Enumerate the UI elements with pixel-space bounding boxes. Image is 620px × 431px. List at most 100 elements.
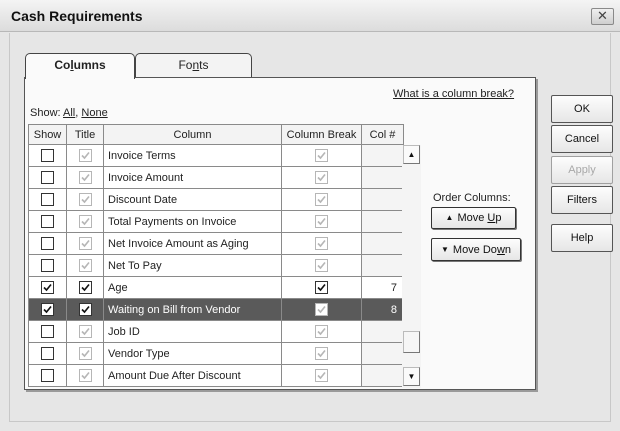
- column-break-checkbox[interactable]: [315, 149, 328, 162]
- column-break-checkbox[interactable]: [315, 259, 328, 272]
- check-icon: [317, 371, 326, 380]
- show-checkbox[interactable]: [41, 215, 54, 228]
- header-column-break[interactable]: Column Break: [281, 124, 362, 145]
- table-row[interactable]: Net Invoice Amount as Aging: [28, 232, 404, 255]
- check-icon: [80, 173, 90, 182]
- header-col-num[interactable]: Col #: [361, 124, 404, 145]
- show-cell: [28, 298, 67, 321]
- table-row[interactable]: Waiting on Bill from Vendor 8: [28, 298, 404, 321]
- table-row[interactable]: Age 7: [28, 276, 404, 299]
- check-icon: [80, 151, 90, 160]
- check-icon: [80, 305, 90, 314]
- check-icon: [43, 283, 52, 292]
- column-name-cell[interactable]: Vendor Type: [103, 342, 282, 365]
- column-break-checkbox[interactable]: [315, 215, 328, 228]
- show-checkbox[interactable]: [41, 149, 54, 162]
- show-checkbox[interactable]: [41, 281, 54, 294]
- filters-button[interactable]: Filters: [551, 186, 613, 214]
- column-name-cell[interactable]: Discount Date: [103, 188, 282, 211]
- column-break-cell: [281, 298, 362, 321]
- table-row[interactable]: Job ID: [28, 320, 404, 343]
- show-checkbox[interactable]: [41, 237, 54, 250]
- scroll-thumb[interactable]: [403, 331, 420, 353]
- show-checkbox[interactable]: [41, 347, 54, 360]
- scroll-down-icon[interactable]: ▼: [403, 367, 420, 386]
- title-checkbox[interactable]: [78, 237, 92, 250]
- show-checkbox[interactable]: [41, 303, 54, 316]
- column-name-cell[interactable]: Waiting on Bill from Vendor: [103, 298, 282, 321]
- title-checkbox[interactable]: [78, 281, 92, 294]
- column-break-cell: [281, 210, 362, 233]
- col-num-cell: 7: [361, 276, 404, 299]
- column-name-cell[interactable]: Net Invoice Amount as Aging: [103, 232, 282, 255]
- title-checkbox[interactable]: [78, 347, 92, 360]
- table-scrollbar[interactable]: ▲ ▼: [402, 145, 421, 388]
- column-break-checkbox[interactable]: [315, 281, 328, 294]
- tab-columns-label-c: umns: [73, 58, 106, 72]
- table-row[interactable]: Amount Due After Discount: [28, 364, 404, 387]
- tab-columns[interactable]: Columns: [25, 53, 135, 79]
- show-checkbox[interactable]: [41, 325, 54, 338]
- ok-button[interactable]: OK: [551, 95, 613, 123]
- move-down-button[interactable]: ▼ Move Down: [431, 238, 521, 261]
- show-all-link[interactable]: All: [63, 107, 75, 119]
- column-break-checkbox[interactable]: [315, 303, 328, 316]
- table-row[interactable]: Invoice Terms: [28, 144, 404, 167]
- column-break-checkbox[interactable]: [315, 171, 328, 184]
- scroll-up-icon[interactable]: ▲: [403, 145, 420, 164]
- column-name-cell[interactable]: Age: [103, 276, 282, 299]
- column-break-checkbox[interactable]: [315, 347, 328, 360]
- column-break-checkbox[interactable]: [315, 369, 328, 382]
- tab-columns-label-a: Co: [54, 58, 71, 72]
- title-checkbox[interactable]: [78, 149, 92, 162]
- header-column[interactable]: Column: [103, 124, 282, 145]
- col-num-cell: [361, 254, 404, 277]
- column-name-cell[interactable]: Invoice Amount: [103, 166, 282, 189]
- show-checkbox[interactable]: [41, 369, 54, 382]
- column-name-cell[interactable]: Total Payments on Invoice: [103, 210, 282, 233]
- title-checkbox[interactable]: [78, 215, 92, 228]
- title-checkbox[interactable]: [78, 259, 92, 272]
- column-break-cell: [281, 320, 362, 343]
- column-name-cell[interactable]: Invoice Terms: [103, 144, 282, 167]
- apply-button[interactable]: Apply: [551, 156, 613, 184]
- show-checkbox[interactable]: [41, 259, 54, 272]
- show-checkbox[interactable]: [41, 171, 54, 184]
- check-icon: [80, 349, 90, 358]
- show-checkbox[interactable]: [41, 193, 54, 206]
- close-icon[interactable]: ✕: [591, 8, 614, 25]
- check-icon: [317, 261, 326, 270]
- table-row[interactable]: Net To Pay: [28, 254, 404, 277]
- title-checkbox[interactable]: [78, 303, 92, 316]
- help-button[interactable]: Help: [551, 224, 613, 252]
- move-up-button[interactable]: ▲ Move Up: [431, 207, 516, 229]
- move-up-icon: ▲: [445, 213, 454, 222]
- table-row[interactable]: Vendor Type: [28, 342, 404, 365]
- column-name-cell[interactable]: Amount Due After Discount: [103, 364, 282, 387]
- column-name-cell[interactable]: Net To Pay: [103, 254, 282, 277]
- column-break-checkbox[interactable]: [315, 325, 328, 338]
- check-icon: [43, 305, 52, 314]
- title-checkbox[interactable]: [78, 325, 92, 338]
- title-checkbox[interactable]: [78, 171, 92, 184]
- check-icon: [317, 217, 326, 226]
- header-title[interactable]: Title: [66, 124, 104, 145]
- title-checkbox[interactable]: [78, 193, 92, 206]
- cancel-button[interactable]: Cancel: [551, 125, 613, 153]
- show-none-link[interactable]: None: [81, 107, 107, 119]
- table-row[interactable]: Total Payments on Invoice: [28, 210, 404, 233]
- table-row[interactable]: Invoice Amount: [28, 166, 404, 189]
- title-cell: [66, 254, 104, 277]
- tab-fonts[interactable]: Fonts: [135, 53, 252, 77]
- title-checkbox[interactable]: [78, 369, 92, 382]
- title-cell: [66, 342, 104, 365]
- column-break-checkbox[interactable]: [315, 193, 328, 206]
- show-cell: [28, 188, 67, 211]
- header-show[interactable]: Show: [28, 124, 67, 145]
- title-cell: [66, 232, 104, 255]
- column-break-help-link[interactable]: What is a column break?: [393, 88, 514, 100]
- column-break-checkbox[interactable]: [315, 237, 328, 250]
- column-name-cell[interactable]: Job ID: [103, 320, 282, 343]
- show-label: Show:: [30, 107, 61, 119]
- table-row[interactable]: Discount Date: [28, 188, 404, 211]
